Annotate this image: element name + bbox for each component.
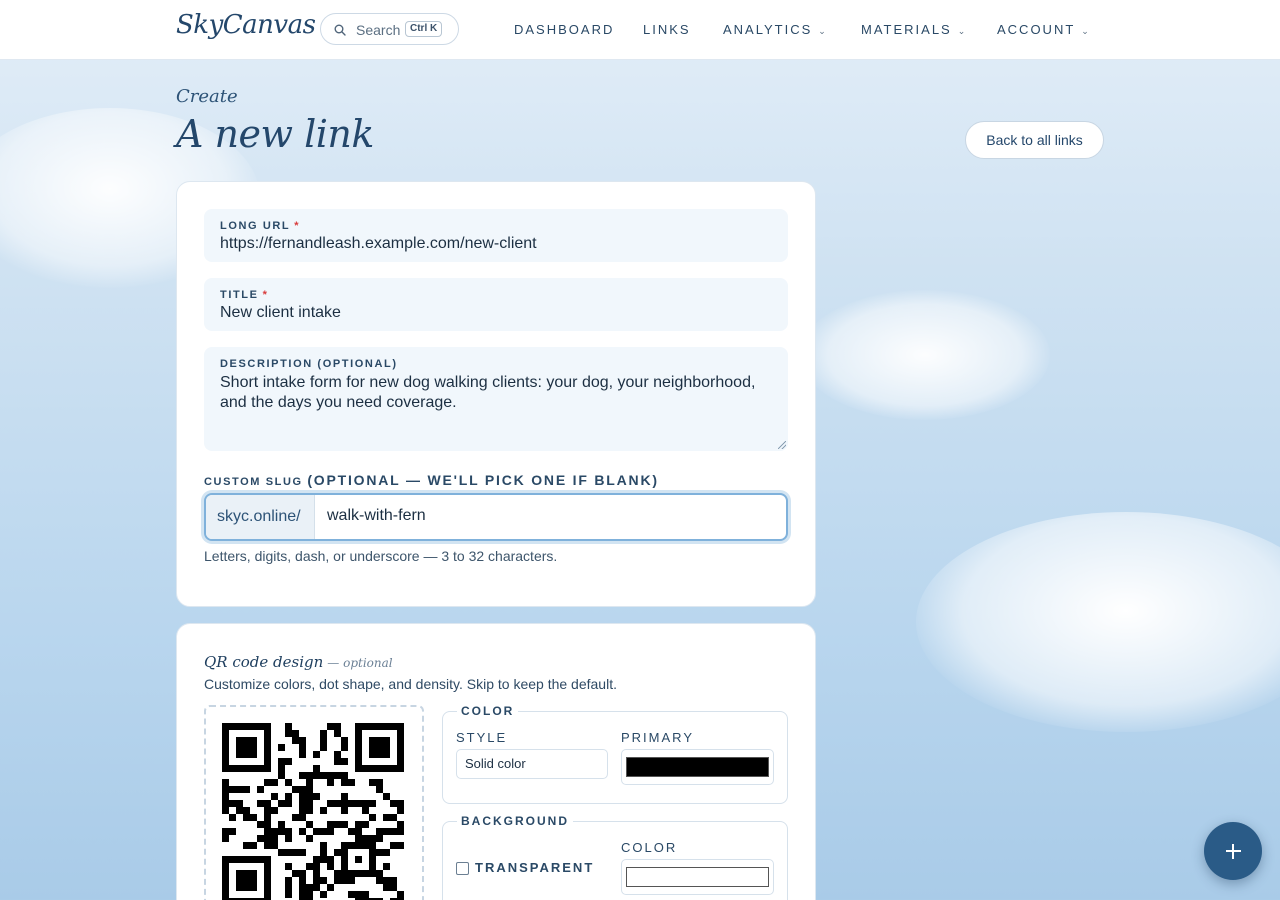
primary-color-picker[interactable] bbox=[621, 749, 774, 785]
slug-label: Custom slug (optional — we'll pick one i… bbox=[204, 472, 659, 488]
transparent-checkbox[interactable] bbox=[456, 862, 469, 875]
primary-label: Primary bbox=[621, 730, 694, 745]
nav-links[interactable]: Links bbox=[643, 22, 691, 37]
nav-materials[interactable]: Materials ⌄ bbox=[861, 22, 965, 37]
background-fieldset: Background Transparent Color bbox=[442, 814, 788, 900]
background-color-label: Color bbox=[621, 840, 678, 855]
background-cloud bbox=[916, 512, 1280, 732]
qr-design-card: QR code design — optional Customize color… bbox=[176, 623, 816, 900]
optional-hint: — optional bbox=[327, 656, 393, 670]
slug-help-text: Letters, digits, dash, or underscore — 3… bbox=[204, 548, 558, 564]
search-label: Search bbox=[356, 22, 401, 38]
page-eyebrow: Create bbox=[176, 86, 238, 107]
app-logo[interactable]: SkyCanvas bbox=[176, 10, 316, 40]
primary-color-swatch bbox=[626, 757, 769, 777]
nav-analytics[interactable]: Analytics ⌄ bbox=[723, 22, 826, 37]
nav-dashboard[interactable]: Dashboard bbox=[514, 22, 614, 37]
link-details-card: Long URL * https://fernandleash.example.c… bbox=[176, 181, 816, 607]
field-label: Title * bbox=[220, 289, 269, 301]
color-fieldset: Color Style Solid color Primary bbox=[442, 704, 788, 804]
chevron-down-icon: ⌄ bbox=[818, 26, 826, 36]
resize-handle[interactable] bbox=[778, 441, 786, 449]
top-navigation-bar: SkyCanvas Search Ctrl K Dashboard Links … bbox=[0, 0, 1280, 60]
transparent-label[interactable]: Transparent bbox=[475, 860, 594, 875]
field-label: Description (optional) bbox=[220, 358, 398, 370]
qr-section-subtitle: Customize colors, dot shape, and density… bbox=[204, 676, 617, 692]
slug-label-hint: (optional — we'll pick one if blank) bbox=[307, 472, 659, 488]
background-color-picker[interactable] bbox=[621, 859, 774, 895]
page-title: A new link bbox=[176, 112, 374, 156]
custom-slug-field[interactable]: skyc.online/ walk-with-fern bbox=[204, 493, 788, 541]
chevron-down-icon: ⌄ bbox=[957, 26, 966, 36]
plus-icon bbox=[1232, 844, 1234, 859]
title-field[interactable]: Title * New client intake bbox=[204, 278, 788, 331]
back-to-links-button[interactable]: Back to all links bbox=[965, 121, 1104, 159]
nav-label: Dashboard bbox=[514, 22, 615, 37]
qr-section-title: QR code design — optional bbox=[204, 653, 393, 671]
qr-preview bbox=[204, 705, 424, 900]
nav-account[interactable]: Account ⌄ bbox=[997, 22, 1089, 37]
long-url-field[interactable]: Long URL * https://fernandleash.example.c… bbox=[204, 209, 788, 262]
description-textarea[interactable]: Short intake form for new dog walking cl… bbox=[220, 373, 760, 413]
nav-label: Account bbox=[997, 22, 1076, 37]
search-icon bbox=[334, 24, 346, 36]
create-fab-button[interactable] bbox=[1204, 822, 1262, 880]
color-style-select[interactable]: Solid color bbox=[456, 749, 608, 779]
title-input[interactable]: New client intake bbox=[220, 304, 341, 322]
nav-label: Links bbox=[643, 22, 691, 37]
style-label: Style bbox=[456, 730, 508, 745]
fieldset-legend: Color bbox=[457, 704, 519, 718]
qr-code-image bbox=[222, 723, 404, 900]
custom-slug-input[interactable]: walk-with-fern bbox=[327, 507, 426, 525]
background-color-swatch bbox=[626, 867, 769, 887]
nav-label: Materials bbox=[861, 22, 952, 37]
search-button[interactable]: Search Ctrl K bbox=[320, 13, 459, 45]
fieldset-legend: Background bbox=[457, 814, 573, 828]
keyboard-shortcut-hint: Ctrl K bbox=[405, 21, 443, 37]
nav-label: Analytics bbox=[723, 22, 813, 37]
description-field[interactable]: Description (optional) Short intake form… bbox=[204, 347, 788, 451]
required-mark: * bbox=[294, 220, 301, 232]
required-mark: * bbox=[262, 289, 269, 301]
long-url-input[interactable]: https://fernandleash.example.com/new-cli… bbox=[220, 235, 537, 253]
field-label: Long URL * bbox=[220, 220, 301, 232]
slug-domain-prefix: skyc.online/ bbox=[206, 495, 315, 539]
chevron-down-icon: ⌄ bbox=[1081, 26, 1089, 36]
background-cloud bbox=[800, 290, 1050, 420]
